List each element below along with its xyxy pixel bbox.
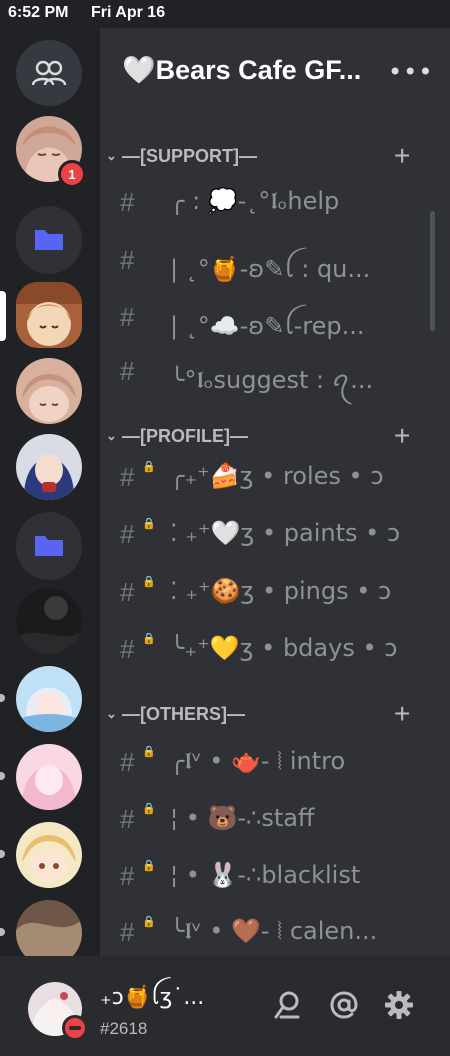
server-name[interactable]: 🤍Bears Cafe GF... bbox=[122, 54, 361, 86]
category-name: —[OTHERS]— bbox=[122, 704, 245, 724]
lock-icon: 🔒 bbox=[142, 632, 156, 645]
selected-server-indicator bbox=[0, 291, 6, 341]
status-bar: 6:52 PM Fri Apr 16 bbox=[0, 0, 450, 28]
lock-icon: 🔒 bbox=[142, 915, 156, 928]
channel-name: | ˛°🍯-ʚ✎ꪶ : qu... bbox=[170, 255, 371, 283]
folder-icon bbox=[35, 536, 63, 556]
server-avatar-image bbox=[16, 588, 82, 654]
unread-indicator bbox=[0, 928, 5, 936]
server-icon-bears-cafe[interactable] bbox=[16, 282, 82, 348]
channel-name: ⁚ ₊⁺🤍ʒ • paints • ɔ bbox=[170, 519, 401, 547]
channel-help[interactable]: # ╭ : 💭-˛°𝖑ₒhelp bbox=[120, 183, 420, 223]
channel-pings[interactable]: # 🔒 ⁚ ₊⁺🍪ʒ • pings • ɔ bbox=[120, 573, 420, 613]
text-channel-icon: # bbox=[120, 356, 135, 386]
channel-panel: 🤍Bears Cafe GF... ••• ⌄ —[SUPPORT]— + # … bbox=[100, 28, 450, 956]
server-icon-art[interactable] bbox=[16, 900, 82, 956]
chevron-down-icon: ⌄ bbox=[106, 706, 117, 721]
channel-name: ╰°𝖑ₒsuggest : ꪖ... bbox=[170, 366, 374, 394]
lock-icon: 🔒 bbox=[142, 575, 156, 588]
chevron-down-icon: ⌄ bbox=[106, 428, 117, 443]
channel-bdays[interactable]: # 🔒 ╰₊⁺💛ʒ • bdays • ɔ bbox=[120, 630, 420, 670]
channel-name: ¦ • 🐻-∴staff bbox=[170, 804, 315, 832]
user-panel: ₊ɔ🍯ꪶʒ˙... #2618 bbox=[0, 956, 450, 1056]
create-channel-button[interactable]: + bbox=[394, 140, 410, 172]
server-icon-anime-2[interactable] bbox=[16, 358, 82, 424]
category-profile[interactable]: ⌄ —[PROFILE]— + bbox=[106, 420, 426, 451]
status-date: Fri Apr 16 bbox=[91, 4, 166, 21]
category-name: —[SUPPORT]— bbox=[122, 146, 257, 166]
category-others[interactable]: ⌄ —[OTHERS]— + bbox=[106, 698, 426, 729]
mentions-icon[interactable] bbox=[328, 989, 360, 1021]
direct-messages-button[interactable] bbox=[16, 40, 82, 106]
unread-indicator bbox=[0, 772, 5, 780]
channel-name: ╭𝖑ᵛ • 🫖- ⦚ intro bbox=[170, 747, 346, 775]
channel-blacklist[interactable]: # 🔒 ¦ • 🐰-∴blacklist bbox=[120, 857, 420, 897]
text-channel-icon: # bbox=[120, 187, 135, 217]
settings-gear-icon[interactable] bbox=[383, 989, 415, 1021]
user-discriminator: #2618 bbox=[100, 1019, 148, 1038]
server-avatar-image bbox=[16, 434, 82, 500]
channel-name: ╭ : 💭-˛°𝖑ₒhelp bbox=[170, 187, 340, 215]
folder-icon bbox=[35, 230, 63, 250]
channel-paints[interactable]: # 🔒 ⁚ ₊⁺🤍ʒ • paints • ɔ bbox=[120, 515, 420, 555]
category-name: —[PROFILE]— bbox=[122, 426, 248, 446]
channel-name: | ˛°☁️-ʚ✎ꪶ-rep... bbox=[170, 312, 365, 340]
server-icon-anime-6[interactable] bbox=[16, 822, 82, 888]
server-avatar-image bbox=[16, 282, 82, 348]
channel-report[interactable]: # | ˛°☁️-ʚ✎ꪶ-rep... bbox=[120, 298, 420, 340]
server-icon-anime-4[interactable] bbox=[16, 666, 82, 732]
do-not-disturb-status-icon bbox=[62, 1015, 88, 1041]
category-support[interactable]: ⌄ —[SUPPORT]— + bbox=[106, 140, 426, 171]
channel-questions[interactable]: # | ˛°🍯-ʚ✎ꪶ : qu... bbox=[120, 241, 420, 283]
channel-staff[interactable]: # 🔒 ¦ • 🐻-∴staff bbox=[120, 800, 420, 840]
channel-name: ╰₊⁺💛ʒ • bdays • ɔ bbox=[170, 634, 398, 662]
server-avatar-image bbox=[16, 744, 82, 810]
channel-name: ╰𝖑ᵛ • 🤎- ⦚ calen... bbox=[170, 917, 378, 945]
server-avatar-image bbox=[16, 822, 82, 888]
channel-name: ⁚ ₊⁺🍪ʒ • pings • ɔ bbox=[170, 577, 392, 605]
channel-suggest[interactable]: # ╰°𝖑ₒsuggest : ꪖ... bbox=[120, 352, 420, 394]
server-icon-anime-5[interactable] bbox=[16, 744, 82, 810]
channel-intro[interactable]: # 🔒 ╭𝖑ᵛ • 🫖- ⦚ intro bbox=[120, 743, 420, 783]
chevron-down-icon: ⌄ bbox=[106, 148, 117, 163]
status-time: 6:52 PM bbox=[8, 4, 69, 21]
username[interactable]: ₊ɔ🍯ꪶʒ˙... bbox=[100, 976, 260, 1022]
lock-icon: 🔒 bbox=[142, 517, 156, 530]
lock-icon: 🔒 bbox=[142, 859, 156, 872]
server-list: 1 bbox=[0, 28, 100, 956]
lock-icon: 🔒 bbox=[142, 745, 156, 758]
channel-calendar[interactable]: # 🔒 ╰𝖑ᵛ • 🤎- ⦚ calen... bbox=[120, 913, 420, 953]
create-channel-button[interactable]: + bbox=[394, 420, 410, 452]
text-channel-icon: # bbox=[120, 245, 135, 275]
unread-indicator bbox=[0, 694, 5, 702]
create-channel-button[interactable]: + bbox=[394, 698, 410, 730]
scrollbar-thumb[interactable] bbox=[430, 211, 435, 331]
mention-badge: 1 bbox=[58, 160, 86, 188]
channel-roles[interactable]: # 🔒 ╭₊⁺🍰ʒ • roles • ɔ bbox=[120, 458, 420, 498]
unread-indicator bbox=[0, 850, 5, 858]
lock-icon: 🔒 bbox=[142, 802, 156, 815]
search-icon[interactable] bbox=[272, 989, 304, 1021]
server-avatar-image bbox=[16, 900, 82, 956]
lock-icon: 🔒 bbox=[142, 460, 156, 473]
server-avatar-image bbox=[16, 358, 82, 424]
server-folder-1[interactable] bbox=[16, 206, 82, 274]
server-icon-dark[interactable] bbox=[16, 588, 82, 654]
server-avatar-image bbox=[16, 666, 82, 732]
server-folder-2[interactable] bbox=[16, 512, 82, 580]
channel-name: ╭₊⁺🍰ʒ • roles • ɔ bbox=[170, 462, 384, 490]
text-channel-icon: # bbox=[120, 302, 135, 332]
friends-icon bbox=[31, 60, 67, 86]
channel-name: ¦ • 🐰-∴blacklist bbox=[170, 861, 361, 889]
server-options-icon[interactable]: ••• bbox=[388, 58, 433, 86]
server-icon-anime-3[interactable] bbox=[16, 434, 82, 500]
